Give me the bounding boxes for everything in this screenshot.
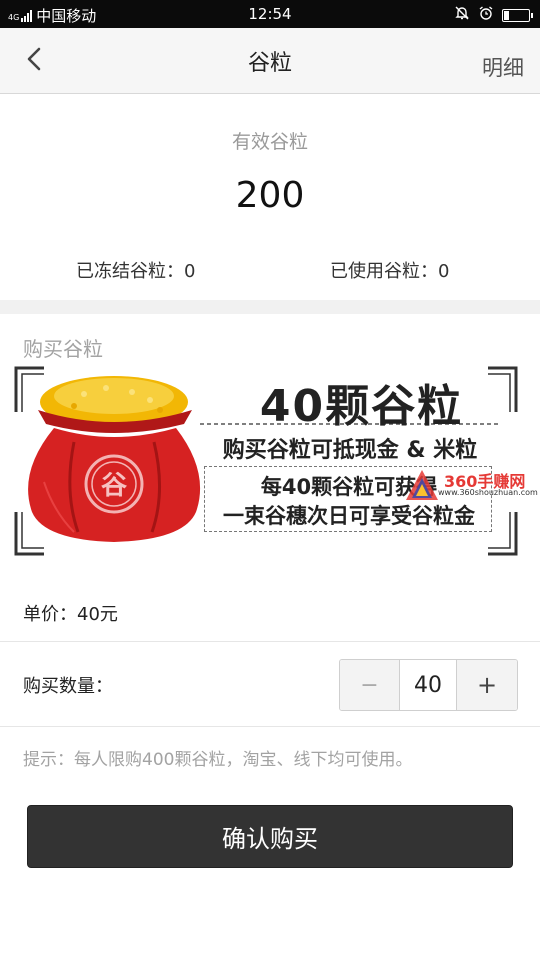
quantity-input[interactable] [400, 660, 457, 710]
banner-subline: 购买谷粒可抵现金 & 米粒 [222, 438, 478, 463]
quantity-label: 购买数量： [23, 676, 113, 697]
status-bar: 4G 中国移动 12:54 [0, 0, 540, 28]
grain-bag-icon: 谷 [28, 376, 201, 542]
svg-text:谷: 谷 [101, 471, 128, 501]
used-grains-text: 已使用谷粒：0 [330, 261, 450, 282]
quantity-stepper: − + [339, 659, 518, 711]
section-divider [0, 300, 540, 314]
frozen-grains-text: 已冻结谷粒：0 [76, 261, 196, 282]
purchase-section-title: 购买谷粒 [23, 337, 103, 361]
balance-section: 有效谷粒 200 已冻结谷粒：0 已使用谷粒：0 [0, 95, 540, 300]
battery-level-fill [504, 10, 509, 20]
quantity-row: 购买数量： − + [0, 642, 540, 727]
detail-link[interactable]: 明细 [482, 52, 524, 82]
balance-value: 200 [235, 175, 305, 216]
unit-price-row: 单价：40元 [0, 580, 540, 642]
increase-quantity-button[interactable]: + [456, 660, 517, 710]
decrease-quantity-button[interactable]: − [340, 660, 401, 710]
bell-muted-icon [454, 5, 470, 25]
watermark-url: www.360shouzhuan.com [438, 488, 538, 497]
confirm-purchase-button[interactable]: 确认购买 [27, 805, 513, 868]
watermark: 360手赚网 www.360shouzhuan.com [402, 464, 540, 508]
purchase-tip: 提示：每人限购400颗谷粒，淘宝、线下均可使用。 [23, 750, 413, 770]
watermark-logo-icon [406, 470, 438, 500]
battery-icon [502, 8, 533, 22]
alarm-clock-icon [478, 5, 494, 25]
unit-price-text: 单价：40元 [23, 604, 118, 625]
status-right [454, 5, 533, 25]
banner-headline: 40颗谷粒 [259, 381, 464, 432]
balance-label: 有效谷粒 [231, 131, 308, 153]
page-title: 谷粒 [247, 51, 292, 76]
promo-banner: 谷 40颗谷粒 购买谷粒可抵现金 & 米粒 每40颗谷粒可获得 一束谷穗次日可享… [14, 362, 538, 558]
navigation-bar: 谷粒 明细 [0, 28, 540, 94]
